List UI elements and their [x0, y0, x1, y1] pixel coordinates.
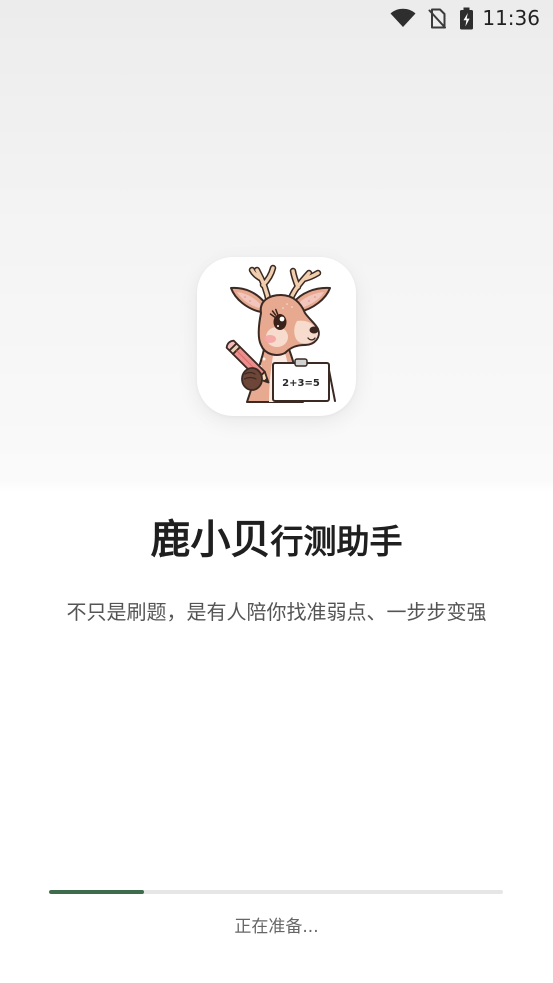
app-title-sub: 行测助手	[270, 522, 403, 561]
no-sim-icon	[428, 8, 446, 29]
clipboard: 2+3=5	[272, 358, 336, 402]
splash-screen: 11:36 2+3=5 鹿小贝行测助手 不只是刷题，是有人陪你找准弱点、一步步变…	[0, 0, 553, 983]
app-title-main: 鹿小贝	[150, 517, 271, 563]
deer-hoof	[241, 367, 263, 391]
app-tagline: 不只是刷题，是有人陪你找准弱点、一步步变强	[66, 600, 487, 624]
deer-nose	[309, 326, 319, 334]
loading-progress-bar	[49, 890, 503, 894]
wifi-icon	[390, 8, 416, 28]
battery-charging-icon	[459, 7, 474, 30]
deer-mascot-logo: 2+3=5	[225, 264, 336, 403]
status-time: 11:36	[482, 6, 540, 30]
loading-progress-fill	[49, 890, 145, 894]
loading-label: 正在准备...	[234, 917, 319, 937]
app-title: 鹿小贝行测助手	[0, 514, 553, 568]
clipboard-text: 2+3=5	[282, 378, 320, 389]
deer-blush	[264, 335, 276, 343]
status-bar: 11:36	[0, 0, 553, 36]
app-logo: 2+3=5	[197, 257, 356, 416]
